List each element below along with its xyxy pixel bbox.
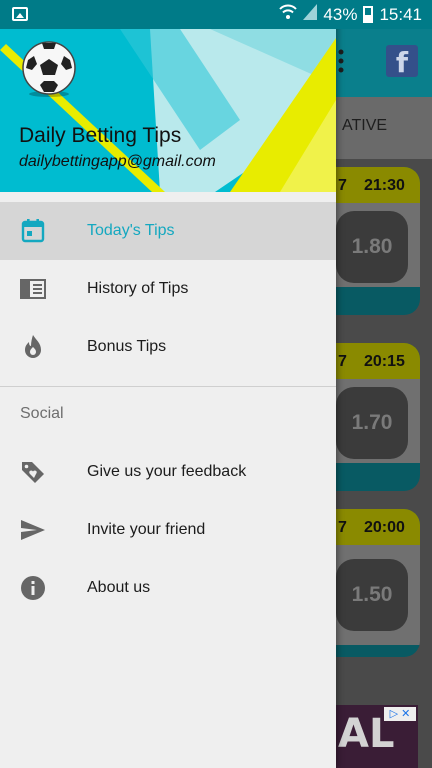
tab-label-partial[interactable]: ATIVE — [342, 117, 387, 135]
facebook-icon[interactable]: f — [386, 45, 418, 79]
card-day: 7 — [338, 519, 347, 536]
menu-item-label: Bonus Tips — [87, 338, 167, 355]
gallery-notification-icon — [12, 7, 28, 21]
section-title-social: Social — [20, 405, 64, 422]
drawer-menu: Today's Tips History of Tips Bonus Tips … — [0, 202, 336, 437]
send-icon — [20, 517, 46, 543]
tag-heart-icon — [20, 459, 46, 485]
menu-item-todays-tips[interactable]: Today's Tips — [0, 202, 336, 260]
menu-item-label: About us — [87, 579, 151, 596]
card-odds: 1.80 — [336, 211, 408, 283]
menu-item-label: Invite your friend — [87, 521, 206, 538]
menu-item-label: Today's Tips — [87, 222, 175, 239]
card-day: 7 — [338, 353, 347, 370]
menu-item-history-of-tips[interactable]: History of Tips — [0, 260, 336, 318]
menu-item-invite-friend[interactable]: Invite your friend — [0, 501, 336, 559]
user-email: dailybettingapp@gmail.com — [19, 153, 216, 170]
battery-percent: 43% — [323, 4, 358, 24]
overflow-menu-icon[interactable] — [338, 49, 344, 73]
card-time: 21:30 — [364, 177, 405, 194]
history-icon — [20, 276, 46, 302]
menu-item-feedback[interactable]: Give us your feedback — [0, 443, 336, 501]
clock: 15:41 — [379, 4, 422, 24]
calendar-icon — [20, 218, 46, 244]
status-bar: 43% 15:41 — [0, 0, 432, 29]
menu-item-about-us[interactable]: About us — [0, 559, 336, 617]
card-time: 20:00 — [364, 519, 405, 536]
social-menu: Give us your feedback Invite your friend… — [0, 443, 336, 617]
card-time: 20:15 — [364, 353, 405, 370]
menu-item-label: History of Tips — [87, 280, 189, 297]
battery-icon — [363, 6, 374, 23]
signal-icon — [303, 4, 318, 25]
flame-icon — [20, 334, 46, 360]
card-odds: 1.70 — [336, 387, 408, 459]
app-title: Daily Betting Tips — [19, 124, 182, 147]
soccer-ball-logo — [20, 40, 78, 98]
ad-banner[interactable]: AL ▷ ✕ — [334, 705, 418, 768]
card-odds: 1.50 — [336, 559, 408, 631]
navigation-drawer: Daily Betting Tips dailybettingapp@gmail… — [0, 0, 336, 768]
wifi-icon — [279, 4, 298, 25]
ad-close-icon[interactable]: ▷ ✕ — [384, 707, 416, 721]
info-icon — [20, 575, 46, 601]
card-day: 7 — [338, 177, 347, 194]
menu-item-label: Give us your feedback — [87, 463, 247, 480]
menu-item-bonus-tips[interactable]: Bonus Tips — [0, 318, 336, 376]
